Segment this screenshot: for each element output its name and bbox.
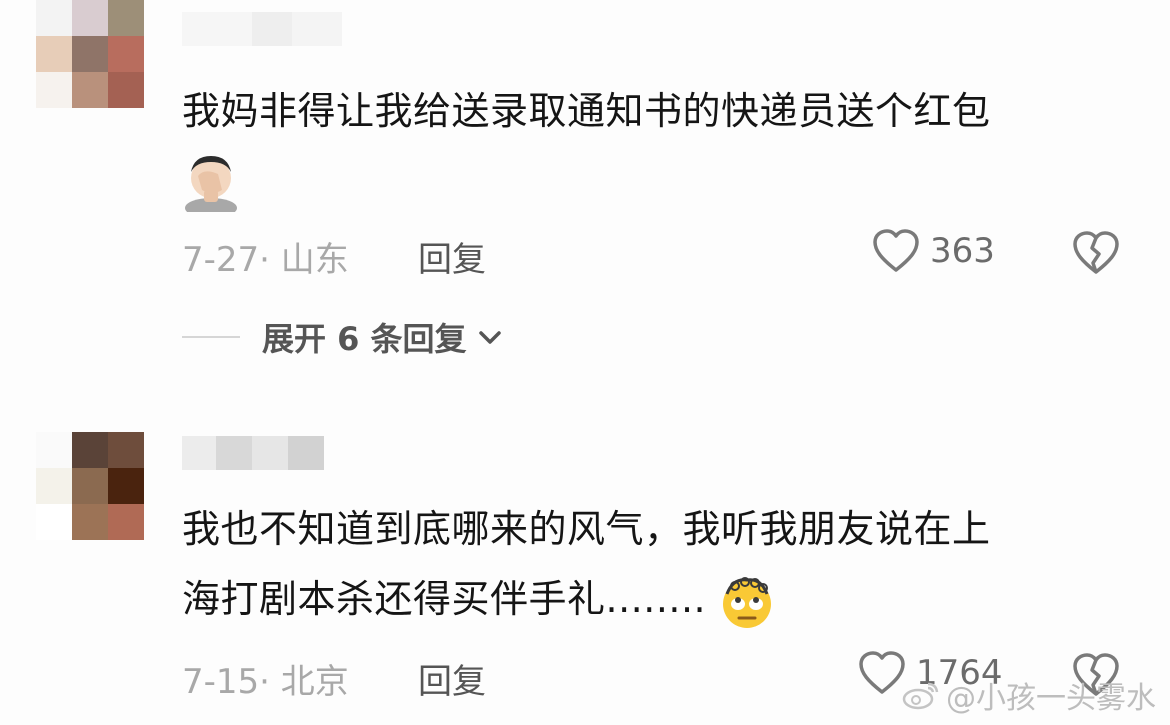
eye-roll-emoji bbox=[722, 576, 771, 628]
comment-text: 我也不知道到底哪来的风气，我听我朋友说在上 海打剧本杀还得买伴手礼.......… bbox=[182, 494, 991, 634]
meta-separator: · bbox=[259, 662, 270, 702]
like-count: 363 bbox=[930, 231, 995, 271]
weibo-logo-icon bbox=[902, 682, 939, 710]
avatar[interactable] bbox=[36, 0, 144, 108]
meta-separator: · bbox=[259, 240, 270, 280]
comment-date: 7-15 bbox=[182, 662, 260, 702]
avatar[interactable] bbox=[36, 432, 144, 540]
comment-location: 北京 bbox=[280, 662, 349, 702]
comment-date: 7-27 bbox=[182, 240, 260, 280]
reply-button[interactable]: 回复 bbox=[418, 232, 486, 281]
comment-meta: 7-15· 北京 bbox=[182, 654, 349, 703]
watermark-text: @小孩一头雾水 bbox=[946, 681, 1156, 716]
comment-meta: 7-27· 山东 bbox=[182, 232, 349, 281]
divider-line bbox=[182, 336, 240, 338]
heart-icon bbox=[873, 229, 919, 272]
username-blurred[interactable] bbox=[182, 12, 342, 46]
comment-location: 山东 bbox=[280, 240, 349, 280]
heart-icon bbox=[859, 651, 905, 694]
facepalm-emoji bbox=[182, 150, 240, 218]
dislike-button[interactable] bbox=[1072, 230, 1120, 280]
broken-heart-icon bbox=[1073, 231, 1119, 274]
like-button[interactable]: 363 bbox=[872, 228, 995, 274]
expand-replies-label: 展开 6 条回复 bbox=[262, 320, 467, 358]
comment-text: 我妈非得让我给送录取通知书的快递员送个红包 bbox=[182, 89, 991, 133]
comment-item: 我妈非得让我给送录取通知书的快递员送个红包 7-27· 山东 回复 363 展开… bbox=[0, 0, 1170, 400]
chevron-down-icon bbox=[478, 331, 501, 344]
weibo-watermark: @小孩一头雾水 bbox=[902, 673, 1156, 717]
expand-replies-button[interactable]: 展开 6 条回复 bbox=[182, 314, 503, 360]
username-blurred[interactable] bbox=[182, 436, 324, 470]
reply-button[interactable]: 回复 bbox=[418, 654, 486, 703]
